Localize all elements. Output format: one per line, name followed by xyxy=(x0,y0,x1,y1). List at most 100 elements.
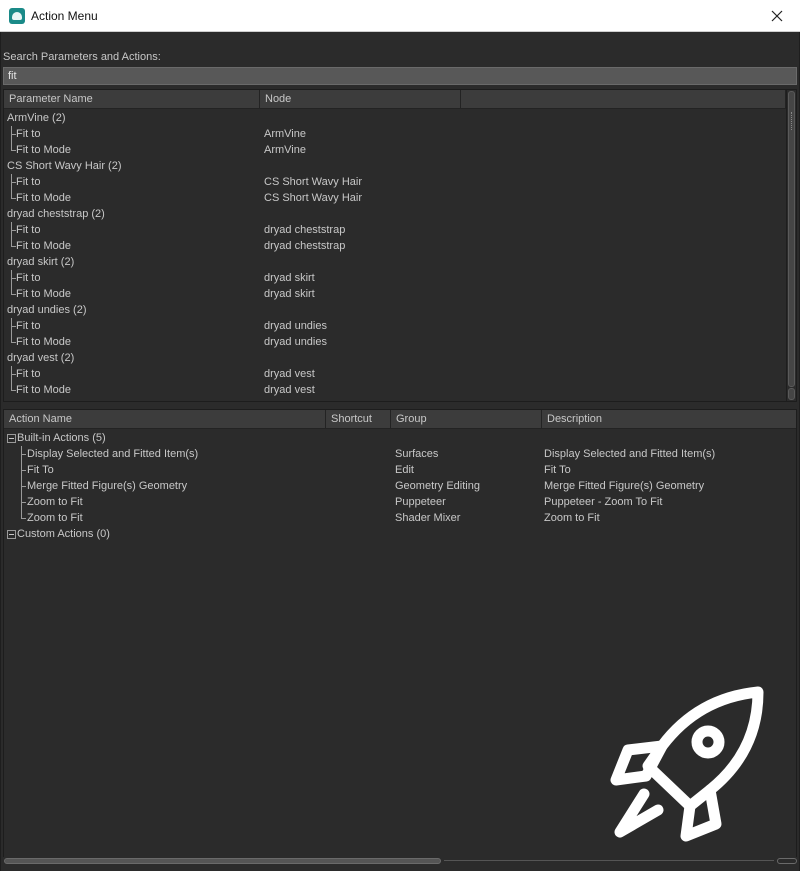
app-icon xyxy=(9,8,25,24)
builtin-actions-label: Built-in Actions (5) xyxy=(17,432,106,444)
tree-connector xyxy=(21,470,26,471)
parameter-row[interactable]: Fit to dryad cheststrap xyxy=(4,222,784,238)
parameter-row[interactable]: Fit to dryad vest xyxy=(4,366,784,382)
search-input[interactable] xyxy=(3,67,797,85)
action-description: Fit To xyxy=(544,464,571,476)
parameter-row[interactable]: Fit to Mode ArmVine xyxy=(4,142,784,158)
parameter-table: Parameter Name Node ArmVine (2) Fit to Arm… xyxy=(3,89,797,402)
parameter-node: dryad skirt xyxy=(264,272,315,284)
collapse-icon[interactable] xyxy=(7,530,16,539)
close-icon xyxy=(771,10,783,22)
column-header-description[interactable]: Description xyxy=(542,410,796,429)
scrollbar-end[interactable] xyxy=(777,858,797,864)
tree-connector xyxy=(21,518,26,519)
parameter-group-row[interactable]: dryad vest (2) xyxy=(4,350,784,366)
title-bar: Action Menu xyxy=(0,0,800,32)
action-group: Shader Mixer xyxy=(395,512,461,524)
parameter-name: Fit to xyxy=(16,128,41,140)
parameter-group-row[interactable]: dryad undies (2) xyxy=(4,302,784,318)
parameter-node: CS Short Wavy Hair xyxy=(264,192,363,204)
parameter-group-row[interactable]: dryad cheststrap (2) xyxy=(4,206,784,222)
parameter-node: dryad undies xyxy=(264,320,327,332)
action-description: Merge Fitted Figure(s) Geometry xyxy=(544,480,705,492)
tree-connector xyxy=(21,502,26,503)
column-header-action-name[interactable]: Action Name xyxy=(4,410,326,429)
action-row[interactable]: Zoom to Fit Puppeteer Puppeteer - Zoom To … xyxy=(4,494,796,510)
scrollbar-end[interactable] xyxy=(788,388,795,400)
parameter-node: dryad cheststrap xyxy=(264,240,346,252)
column-header-shortcut[interactable]: Shortcut xyxy=(326,410,391,429)
action-name: Zoom to Fit xyxy=(27,512,83,524)
tree-connector xyxy=(21,454,26,455)
parameter-name: Fit to Mode xyxy=(16,288,72,300)
window-title: Action Menu xyxy=(31,9,98,23)
scrollbar-track xyxy=(444,860,774,861)
action-name: Merge Fitted Figure(s) Geometry xyxy=(27,480,188,492)
column-header-parameter-name[interactable]: Parameter Name xyxy=(4,90,260,109)
parameter-group-row[interactable]: CS Feathers on Fibre Style 02 (2) xyxy=(4,398,784,401)
action-row[interactable]: Merge Fitted Figure(s) Geometry Geometry … xyxy=(4,478,796,494)
custom-actions-label: Custom Actions (0) xyxy=(17,528,110,540)
parameter-node: CS Short Wavy Hair xyxy=(264,176,363,188)
action-description: Puppeteer - Zoom To Fit xyxy=(544,496,663,508)
action-group: Edit xyxy=(395,464,414,476)
parameter-group-row[interactable]: CS Short Wavy Hair (2) xyxy=(4,158,784,174)
action-horizontal-scrollbar[interactable] xyxy=(3,857,797,865)
parameter-node: ArmVine xyxy=(264,128,306,140)
action-rows: Built-in Actions (5) Display Selected an… xyxy=(4,430,796,542)
parameter-name: dryad undies (2) xyxy=(7,304,87,316)
parameter-node: dryad skirt xyxy=(264,288,315,300)
action-name: Fit To xyxy=(27,464,54,476)
column-header-group[interactable]: Group xyxy=(391,410,542,429)
parameter-name: Fit to Mode xyxy=(16,384,72,396)
rocket-icon xyxy=(610,686,764,842)
action-group: Geometry Editing xyxy=(395,480,480,492)
action-row[interactable]: Display Selected and Fitted Item(s) Surfa… xyxy=(4,446,796,462)
parameter-row[interactable]: Fit to Mode dryad vest xyxy=(4,382,784,398)
scrollbar-thumb[interactable] xyxy=(4,858,441,864)
builtin-actions-group[interactable]: Built-in Actions (5) xyxy=(4,430,796,446)
parameter-name: Fit to Mode xyxy=(16,240,72,252)
collapse-icon[interactable] xyxy=(7,434,16,443)
column-header-extra[interactable] xyxy=(461,90,786,109)
parameter-name: Fit to xyxy=(16,368,41,380)
parameter-group-row[interactable]: ArmVine (2) xyxy=(4,110,784,126)
parameter-row[interactable]: Fit to dryad undies xyxy=(4,318,784,334)
action-group: Surfaces xyxy=(395,448,439,460)
parameter-name: Fit to Mode xyxy=(16,144,72,156)
parameter-name: CS Feathers on Fibre Style 02 (2) xyxy=(7,398,171,401)
parameter-row[interactable]: Fit to CS Short Wavy Hair xyxy=(4,174,784,190)
parameter-row[interactable]: Fit to Mode CS Short Wavy Hair xyxy=(4,190,784,206)
parameter-node: dryad cheststrap xyxy=(264,224,346,236)
parameter-row[interactable]: Fit to Mode dryad undies xyxy=(4,334,784,350)
column-header-node[interactable]: Node xyxy=(260,90,461,109)
parameter-node: ArmVine xyxy=(264,144,306,156)
parameter-row[interactable]: Fit to Mode dryad cheststrap xyxy=(4,238,784,254)
action-row[interactable]: Zoom to Fit Shader Mixer Zoom to Fit xyxy=(4,510,796,526)
parameter-node: dryad vest xyxy=(264,368,315,380)
action-name: Display Selected and Fitted Item(s) xyxy=(27,448,199,460)
parameter-name: ArmVine (2) xyxy=(7,112,66,124)
scrollbar-thumb[interactable] xyxy=(788,91,795,387)
parameter-scrollbar[interactable] xyxy=(786,90,796,401)
action-description: Display Selected and Fitted Item(s) xyxy=(544,448,716,460)
tree-connector xyxy=(21,486,26,487)
parameter-row[interactable]: Fit to ArmVine xyxy=(4,126,784,142)
action-row[interactable]: Fit To Edit Fit To xyxy=(4,462,796,478)
parameter-rows: ArmVine (2) Fit to ArmVine Fit to Mode ArmVi… xyxy=(4,110,784,401)
parameter-name: Fit to xyxy=(16,320,41,332)
close-button[interactable] xyxy=(754,0,800,32)
parameter-row[interactable]: Fit to Mode dryad skirt xyxy=(4,286,784,302)
parameter-group-row[interactable]: dryad skirt (2) xyxy=(4,254,784,270)
parameter-name: dryad vest (2) xyxy=(7,352,75,364)
builtin-action-list: Display Selected and Fitted Item(s) Surfa… xyxy=(4,446,796,526)
custom-actions-group[interactable]: Custom Actions (0) xyxy=(4,526,796,542)
tree-connector xyxy=(21,510,26,518)
parameter-name: Fit to xyxy=(16,176,41,188)
parameter-name: Fit to Mode xyxy=(16,192,72,204)
parameter-row[interactable]: Fit to dryad skirt xyxy=(4,270,784,286)
action-description: Zoom to Fit xyxy=(544,512,600,524)
parameter-node: dryad vest xyxy=(264,384,315,396)
parameter-name: dryad skirt (2) xyxy=(7,256,75,268)
action-name: Zoom to Fit xyxy=(27,496,83,508)
